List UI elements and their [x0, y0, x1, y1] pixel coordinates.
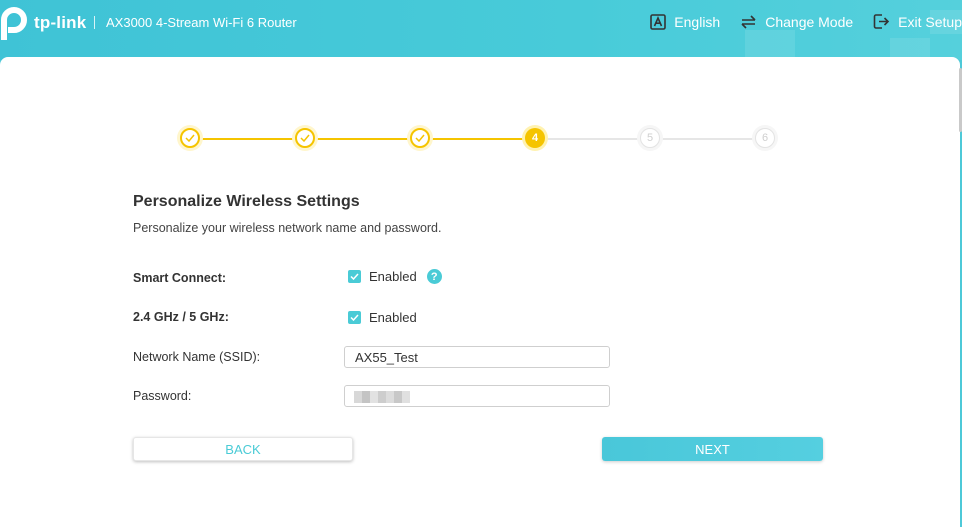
smart-connect-checkbox[interactable]: [348, 270, 361, 283]
stepper-line-complete: [190, 138, 535, 140]
language-button[interactable]: English: [650, 14, 720, 30]
ssid-input[interactable]: [344, 346, 610, 368]
brand-name: tp-link: [34, 13, 87, 32]
top-header: tp-link AX3000 4-Stream Wi-Fi 6 Router E…: [0, 0, 962, 60]
step-6: 6: [755, 128, 775, 148]
check-icon: [300, 134, 310, 142]
change-mode-label: Change Mode: [765, 13, 854, 30]
back-button[interactable]: BACK: [133, 437, 353, 461]
checkmark-icon: [350, 273, 359, 280]
tp-link-logo: tp-link: [0, 6, 87, 41]
step-4: 4: [525, 128, 545, 148]
smart-connect-label: Smart Connect:: [133, 271, 227, 285]
smart-connect-row: Enabled ?: [348, 269, 442, 284]
next-button[interactable]: NEXT: [602, 437, 823, 461]
exit-setup-label: Exit Setup: [898, 13, 962, 30]
router-model: AX3000 4-Stream Wi-Fi 6 Router: [106, 15, 297, 30]
step-3: [410, 128, 430, 148]
language-label: English: [674, 13, 721, 30]
step-1: [180, 128, 200, 148]
exit-setup-button[interactable]: Exit Setup: [873, 13, 962, 30]
check-icon: [185, 134, 195, 142]
page-subtitle: Personalize your wireless network name a…: [133, 221, 442, 235]
checkmark-icon: [350, 314, 359, 321]
tp-link-logo-icon: [0, 6, 32, 41]
language-icon: [650, 13, 667, 30]
help-icon[interactable]: ?: [426, 269, 442, 284]
band-checkbox[interactable]: [348, 311, 361, 324]
exit-icon: [873, 14, 890, 29]
swap-icon: [741, 14, 756, 29]
header-decoration: [745, 30, 795, 60]
smart-connect-value: Enabled: [369, 269, 417, 284]
band-row: Enabled: [348, 310, 417, 325]
step-2: [295, 128, 315, 148]
password-label: Password:: [133, 389, 192, 403]
progress-stepper: 4 5 6: [0, 126, 962, 152]
password-redacted-mask: [354, 391, 410, 403]
header-actions: English Change Mode Exit Setup: [630, 13, 962, 30]
band-value: Enabled: [369, 310, 417, 325]
change-mode-button[interactable]: Change Mode: [740, 14, 853, 30]
band-label: 2.4 GHz / 5 GHz:: [133, 310, 229, 324]
page-title: Personalize Wireless Settings: [133, 193, 360, 210]
ssid-label: Network Name (SSID):: [133, 350, 261, 364]
step-5: 5: [640, 128, 660, 148]
header-divider: [94, 16, 95, 29]
check-icon: [415, 134, 425, 142]
